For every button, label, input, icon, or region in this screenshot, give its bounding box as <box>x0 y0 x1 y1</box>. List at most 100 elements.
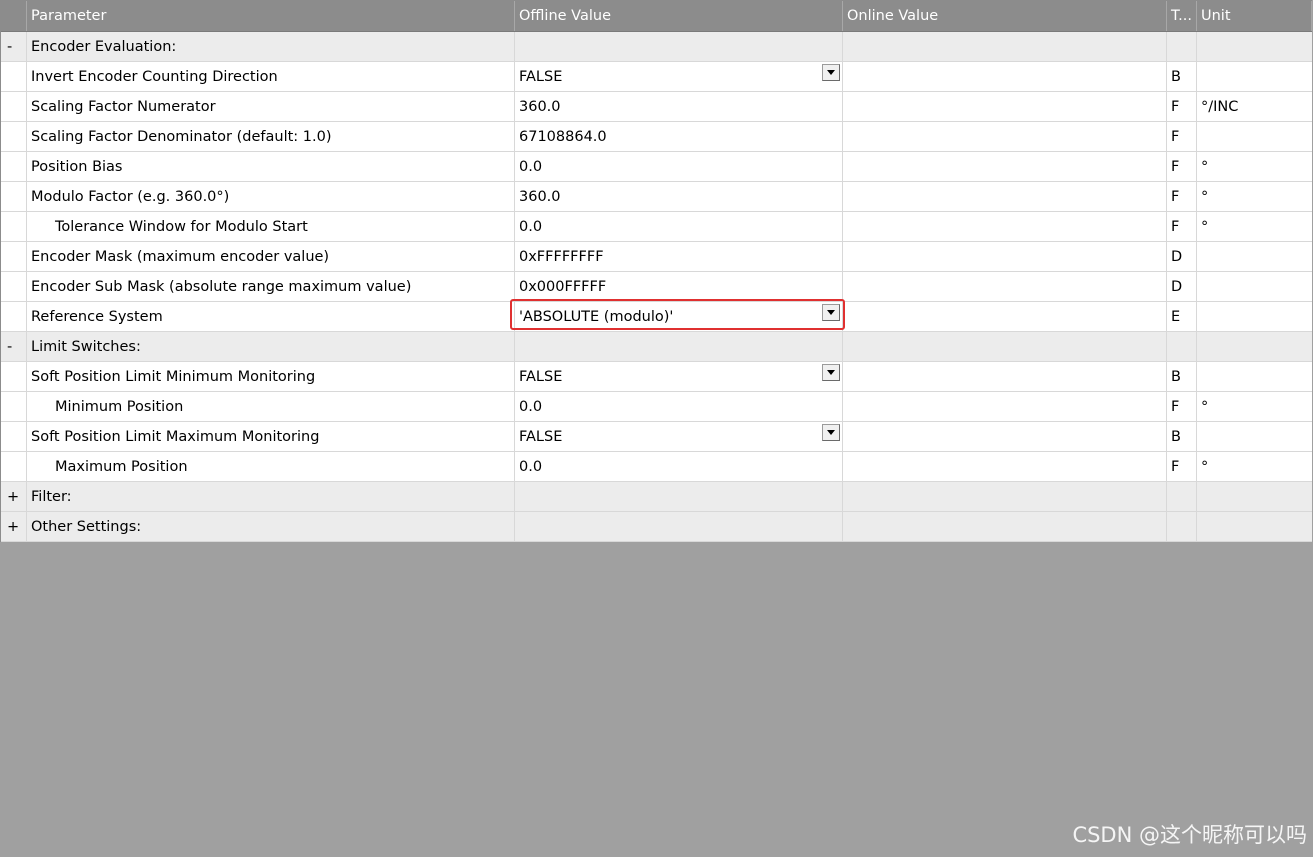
dropdown-arrow-icon[interactable] <box>822 424 840 441</box>
type-code: E <box>1167 302 1197 331</box>
expand-toggle[interactable]: + <box>1 512 27 541</box>
offline-value-dropdown[interactable]: 'ABSOLUTE (modulo)' <box>515 302 843 331</box>
parameter-name: Soft Position Limit Minimum Monitoring <box>27 362 515 391</box>
online-value <box>843 62 1167 91</box>
row-position-bias[interactable]: Position Bias 0.0 F ° <box>1 152 1312 182</box>
row-reference-system[interactable]: Reference System 'ABSOLUTE (modulo)' E <box>1 302 1312 332</box>
header-online-value[interactable]: Online Value <box>843 1 1167 31</box>
offline-value[interactable]: 0xFFFFFFFF <box>515 242 843 271</box>
type-code: F <box>1167 92 1197 121</box>
online-value <box>843 452 1167 481</box>
header-offline-value[interactable]: Offline Value <box>515 1 843 31</box>
online-value <box>843 92 1167 121</box>
dropdown-arrow-icon[interactable] <box>822 304 840 321</box>
unit <box>1197 272 1312 301</box>
online-value <box>843 362 1167 391</box>
row-minimum-position[interactable]: Minimum Position 0.0 F ° <box>1 392 1312 422</box>
group-label: Encoder Evaluation: <box>27 32 515 61</box>
offline-value[interactable]: 0x000FFFFF <box>515 272 843 301</box>
online-value <box>843 182 1167 211</box>
offline-value[interactable]: 0.0 <box>515 152 843 181</box>
unit <box>1197 422 1312 451</box>
online-value <box>843 302 1167 331</box>
parameter-name: Scaling Factor Numerator <box>27 92 515 121</box>
unit <box>1197 62 1312 91</box>
watermark: CSDN @这个昵称可以吗 <box>1072 823 1307 847</box>
row-scaling-numerator[interactable]: Scaling Factor Numerator 360.0 F °/INC <box>1 92 1312 122</box>
group-label: Limit Switches: <box>27 332 515 361</box>
parameter-name: Scaling Factor Denominator (default: 1.0… <box>27 122 515 151</box>
offline-value[interactable]: 360.0 <box>515 92 843 121</box>
online-value <box>843 392 1167 421</box>
online-value <box>843 422 1167 451</box>
online-value <box>843 212 1167 241</box>
collapse-toggle[interactable]: - <box>1 32 27 61</box>
header-toggle-column <box>1 1 27 31</box>
offline-value[interactable]: 0.0 <box>515 452 843 481</box>
row-maximum-position[interactable]: Maximum Position 0.0 F ° <box>1 452 1312 482</box>
offline-value-dropdown[interactable]: FALSE <box>515 62 843 91</box>
offline-value[interactable]: 0.0 <box>515 212 843 241</box>
type-code: B <box>1167 422 1197 451</box>
dropdown-arrow-icon[interactable] <box>822 364 840 381</box>
unit <box>1197 302 1312 331</box>
row-soft-limit-min-monitoring[interactable]: Soft Position Limit Minimum Monitoring F… <box>1 362 1312 392</box>
offline-value[interactable]: 360.0 <box>515 182 843 211</box>
parameter-name: Reference System <box>27 302 515 331</box>
type-code: F <box>1167 152 1197 181</box>
parameter-name: Encoder Mask (maximum encoder value) <box>27 242 515 271</box>
type-code: F <box>1167 392 1197 421</box>
header-parameter[interactable]: Parameter <box>27 1 515 31</box>
row-soft-limit-max-monitoring[interactable]: Soft Position Limit Maximum Monitoring F… <box>1 422 1312 452</box>
group-other-settings[interactable]: + Other Settings: <box>1 512 1312 542</box>
parameter-name: Soft Position Limit Maximum Monitoring <box>27 422 515 451</box>
header-type[interactable]: T... <box>1167 1 1197 31</box>
offline-value: FALSE <box>519 428 563 445</box>
offline-value[interactable]: 0.0 <box>515 392 843 421</box>
expand-toggle[interactable]: + <box>1 482 27 511</box>
type-code: D <box>1167 272 1197 301</box>
group-label: Filter: <box>27 482 515 511</box>
row-tolerance-window[interactable]: Tolerance Window for Modulo Start 0.0 F … <box>1 212 1312 242</box>
collapse-toggle[interactable]: - <box>1 332 27 361</box>
online-value <box>843 152 1167 181</box>
row-modulo-factor[interactable]: Modulo Factor (e.g. 360.0°) 360.0 F ° <box>1 182 1312 212</box>
offline-value-dropdown[interactable]: FALSE <box>515 422 843 451</box>
online-value <box>843 122 1167 151</box>
online-value <box>843 272 1167 301</box>
type-code: B <box>1167 362 1197 391</box>
group-label: Other Settings: <box>27 512 515 541</box>
row-encoder-sub-mask[interactable]: Encoder Sub Mask (absolute range maximum… <box>1 272 1312 302</box>
unit <box>1197 122 1312 151</box>
unit: ° <box>1201 158 1209 175</box>
unit: ° <box>1201 188 1209 205</box>
unit <box>1197 242 1312 271</box>
unit <box>1197 362 1312 391</box>
unit: ° <box>1201 218 1209 235</box>
parameter-name: Modulo Factor (e.g. 360.0°) <box>27 182 515 211</box>
parameter-name: Invert Encoder Counting Direction <box>27 62 515 91</box>
parameter-name: Maximum Position <box>27 452 515 481</box>
row-scaling-denominator[interactable]: Scaling Factor Denominator (default: 1.0… <box>1 122 1312 152</box>
type-code: F <box>1167 212 1197 241</box>
online-value <box>843 242 1167 271</box>
parameter-name: Position Bias <box>27 152 515 181</box>
type-code: D <box>1167 242 1197 271</box>
type-code: F <box>1167 182 1197 211</box>
row-encoder-mask[interactable]: Encoder Mask (maximum encoder value) 0xF… <box>1 242 1312 272</box>
header-unit[interactable]: Unit <box>1197 1 1312 31</box>
parameter-grid: Parameter Offline Value Online Value T..… <box>0 0 1312 542</box>
group-limit-switches[interactable]: - Limit Switches: <box>1 332 1312 362</box>
group-filter[interactable]: + Filter: <box>1 482 1312 512</box>
group-encoder-evaluation[interactable]: - Encoder Evaluation: <box>1 32 1312 62</box>
dropdown-arrow-icon[interactable] <box>822 64 840 81</box>
row-invert-encoder-direction[interactable]: Invert Encoder Counting Direction FALSE … <box>1 62 1312 92</box>
offline-value: FALSE <box>519 368 563 385</box>
grid-header: Parameter Offline Value Online Value T..… <box>1 1 1312 32</box>
parameter-name: Minimum Position <box>27 392 515 421</box>
offline-value: FALSE <box>519 68 563 85</box>
offline-value-dropdown[interactable]: FALSE <box>515 362 843 391</box>
unit: ° <box>1201 458 1209 475</box>
offline-value[interactable]: 67108864.0 <box>515 122 843 151</box>
unit: ° <box>1201 398 1209 415</box>
